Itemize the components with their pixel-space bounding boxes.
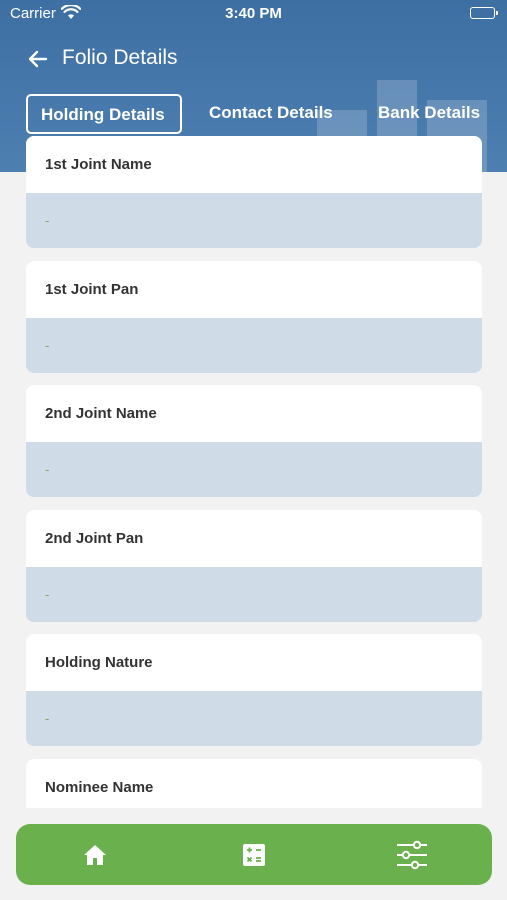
clock-label: 3:40 PM xyxy=(225,5,282,22)
list-item: Nominee Name xyxy=(26,758,482,808)
filter-settings-button[interactable] xyxy=(382,824,442,885)
field-label: 1st Joint Pan xyxy=(26,260,482,318)
field-label: 2nd Joint Name xyxy=(26,385,482,442)
tab-contact-details[interactable]: Contact Details xyxy=(209,94,333,134)
bottom-navigation xyxy=(16,824,492,885)
status-bar: Carrier 3:40 PM xyxy=(0,0,507,28)
battery-icon xyxy=(470,7,498,19)
field-value: - xyxy=(45,586,50,602)
details-list[interactable]: 1st Joint Name - 1st Joint Pan - 2nd Joi… xyxy=(26,136,482,808)
field-value: - xyxy=(45,213,50,228)
field-value: - xyxy=(45,711,50,726)
field-label: 1st Joint Name xyxy=(26,136,482,193)
list-item: 2nd Joint Name - xyxy=(26,385,482,497)
home-icon xyxy=(84,844,106,865)
sliders-icon xyxy=(397,840,427,869)
list-item: Holding Nature - xyxy=(26,634,482,746)
calculator-button[interactable] xyxy=(224,824,284,885)
tab-holding-details[interactable]: Holding Details xyxy=(26,94,182,134)
app-bar: Folio Details xyxy=(0,40,507,78)
list-item: 2nd Joint Pan - xyxy=(26,509,482,622)
tab-bank-details[interactable]: Bank Details xyxy=(378,94,480,134)
field-label: Holding Nature xyxy=(26,634,482,691)
list-item: 1st Joint Pan - xyxy=(26,260,482,373)
home-button[interactable] xyxy=(65,824,125,885)
field-label: Nominee Name xyxy=(26,758,482,808)
calculator-icon xyxy=(243,843,265,866)
page-title: Folio Details xyxy=(62,46,178,69)
field-value: - xyxy=(45,337,50,353)
tab-bar: Holding Details Contact Details Bank Det… xyxy=(0,94,507,134)
field-label: 2nd Joint Pan xyxy=(26,509,482,567)
back-arrow-icon[interactable] xyxy=(26,48,52,70)
field-value: - xyxy=(45,462,50,477)
list-item: 1st Joint Name - xyxy=(26,136,482,248)
